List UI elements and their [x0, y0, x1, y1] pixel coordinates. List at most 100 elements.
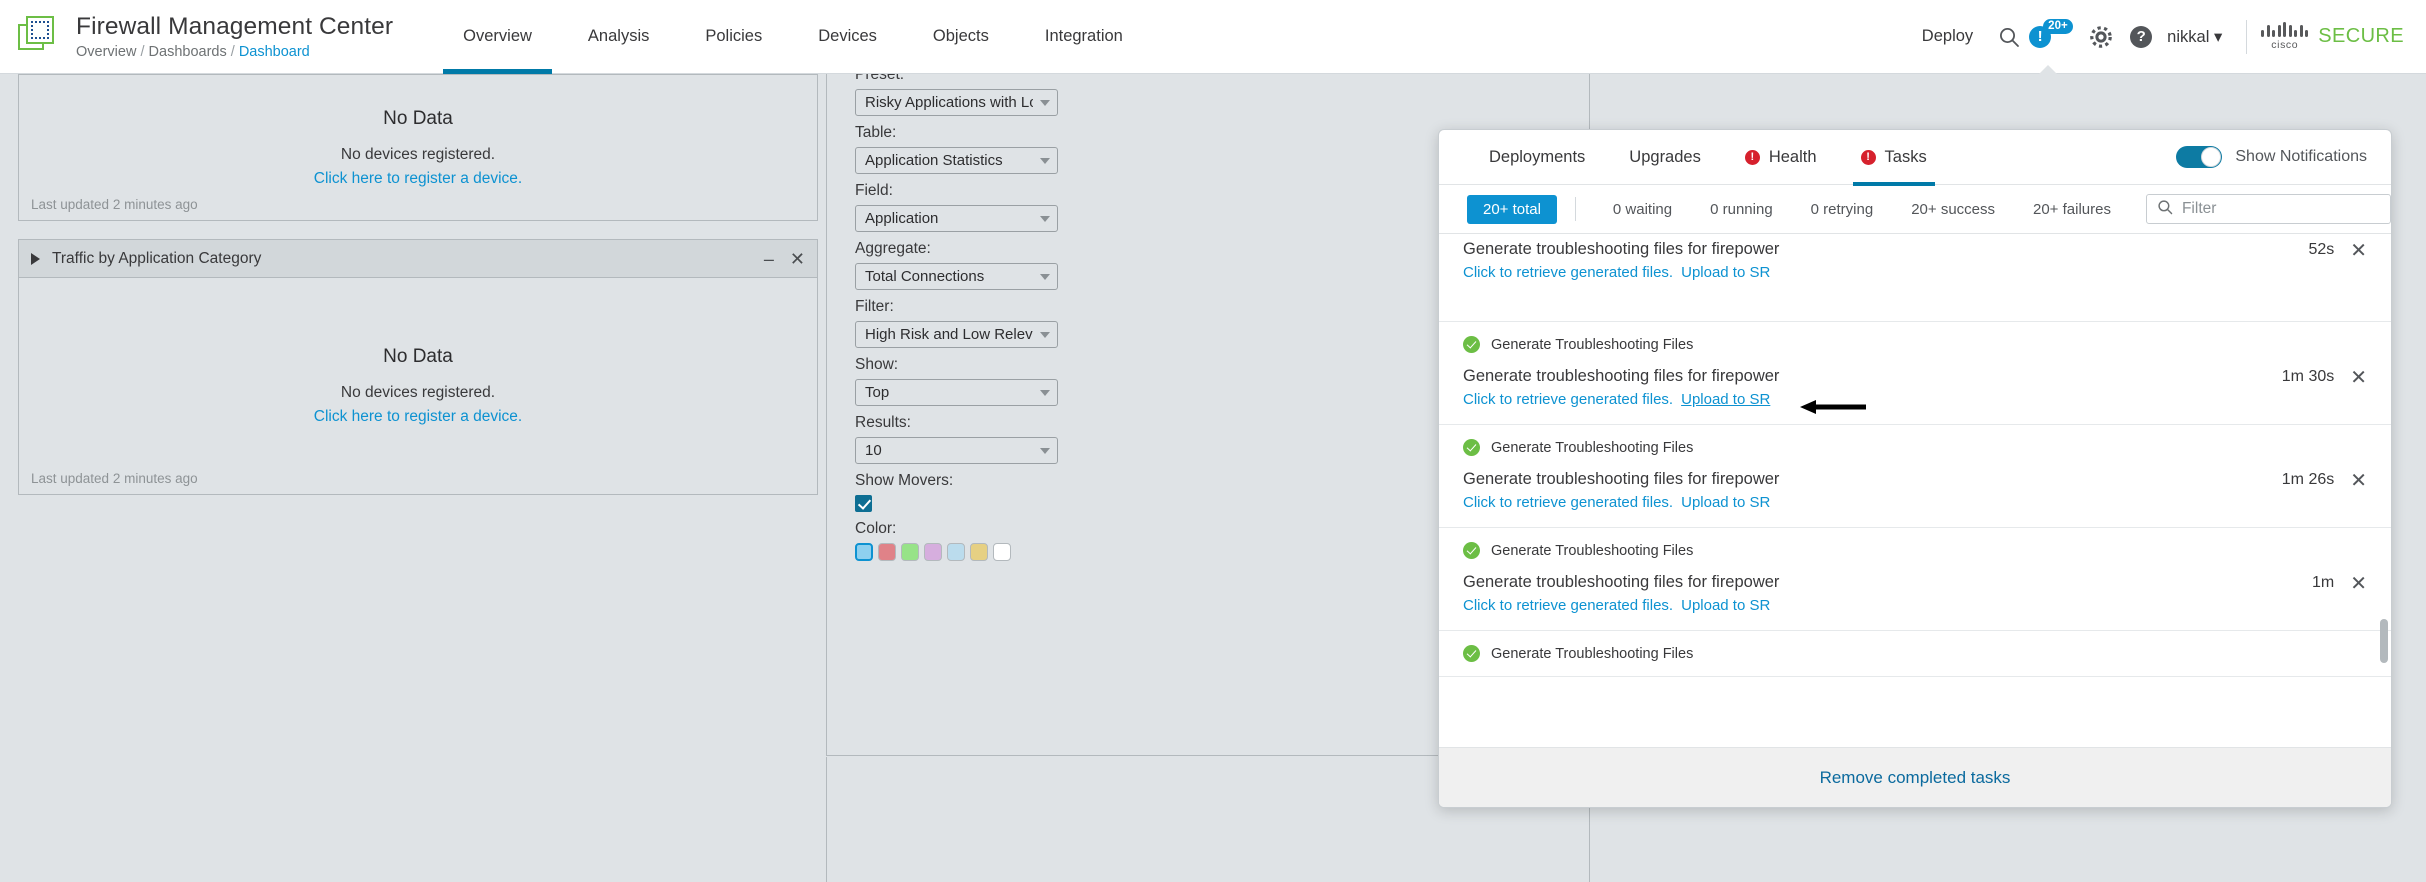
color-swatch-3[interactable] — [901, 543, 919, 561]
retrieve-files-link[interactable]: Click to retrieve generated files. — [1463, 264, 1673, 281]
pointer-arrow-icon — [1800, 400, 1866, 414]
breadcrumb-part-2[interactable]: Dashboards — [149, 44, 227, 60]
task-list-scrollbar[interactable] — [2380, 234, 2388, 747]
show-value: Top — [865, 384, 890, 401]
cisco-bars-icon — [2261, 22, 2309, 37]
close-icon[interactable]: ✕ — [2350, 241, 2367, 261]
results-value: 10 — [865, 442, 882, 459]
breadcrumb-current[interactable]: Dashboard — [239, 44, 310, 60]
widget-last-updated: Last updated 2 minutes ago — [31, 471, 198, 486]
color-swatch-5[interactable] — [947, 543, 965, 561]
task-list[interactable]: Generate troubleshooting files for firep… — [1439, 234, 2391, 747]
help-icon[interactable]: ? — [2121, 17, 2161, 57]
register-device-link[interactable]: Click here to register a device. — [314, 170, 522, 188]
chevron-down-icon — [1033, 447, 1057, 454]
color-swatch-6[interactable] — [970, 543, 988, 561]
color-swatch-2[interactable] — [878, 543, 896, 561]
table-select[interactable]: Application Statistics — [855, 147, 1058, 174]
brand-block: Firewall Management Center Overview / Da… — [0, 13, 393, 61]
notification-caret-icon — [2039, 64, 2058, 74]
show-notifications-label: Show Notifications — [2235, 148, 2367, 165]
task-links: Click to retrieve generated files. Upload… — [1463, 391, 2282, 408]
task-title: Generate troubleshooting files for firep… — [1463, 367, 1780, 385]
task-filter-field[interactable] — [2145, 194, 2391, 224]
deploy-button[interactable]: Deploy — [1906, 27, 1989, 46]
color-swatch-7[interactable] — [993, 543, 1011, 561]
color-swatch-1[interactable] — [855, 543, 873, 561]
task-row: Generate Troubleshooting Files — [1439, 631, 2391, 677]
retrieve-files-link[interactable]: Click to retrieve generated files. — [1463, 494, 1673, 511]
remove-completed-tasks-link[interactable]: Remove completed tasks — [1820, 768, 2011, 788]
upload-to-sr-link[interactable]: Upload to SR — [1681, 494, 1770, 511]
notifications-footer: Remove completed tasks — [1439, 747, 2391, 807]
header-divider — [2246, 19, 2248, 54]
color-swatch-4[interactable] — [924, 543, 942, 561]
minimize-icon[interactable]: – — [764, 250, 774, 268]
task-type: Generate Troubleshooting Files — [1463, 542, 2367, 559]
task-links: Click to retrieve generated files. Upload… — [1463, 264, 2308, 281]
tab-deployments[interactable]: Deployments — [1467, 130, 1607, 185]
filter-chip-total[interactable]: 20+ total — [1467, 194, 1557, 224]
tab-upgrades[interactable]: Upgrades — [1607, 130, 1723, 185]
main-nav: Overview Analysis Policies Devices Objec… — [435, 0, 1151, 74]
filter-chip-success[interactable]: 20+ success — [1892, 201, 2014, 218]
tab-health[interactable]: ! Health — [1723, 130, 1839, 185]
notifications-panel: Deployments Upgrades ! Health ! Tasks Sh… — [1438, 129, 2392, 808]
close-icon[interactable]: ✕ — [2350, 471, 2367, 491]
firewall-logo-icon — [18, 15, 60, 58]
close-icon[interactable]: ✕ — [2350, 574, 2367, 594]
gear-icon[interactable] — [2081, 17, 2121, 57]
breadcrumb-sep-2: / — [226, 43, 239, 60]
filter-chip-running[interactable]: 0 running — [1691, 201, 1792, 218]
task-type-label: Generate Troubleshooting Files — [1491, 645, 1694, 662]
task-duration: 1m 30s — [2281, 368, 2335, 385]
dashboard-left-column: No Data No devices registered. Click her… — [18, 74, 818, 513]
breadcrumb-part-1[interactable]: Overview — [76, 44, 136, 60]
filter-chip-waiting[interactable]: 0 waiting — [1594, 201, 1691, 218]
search-icon[interactable] — [1989, 17, 2029, 57]
upload-to-sr-link[interactable]: Upload to SR — [1681, 597, 1770, 614]
show-notifications-control: Show Notifications — [2176, 146, 2391, 168]
show-select[interactable]: Top — [855, 379, 1058, 406]
register-device-link[interactable]: Click here to register a device. — [314, 408, 522, 426]
user-menu[interactable]: nikkal ▾ — [2161, 27, 2232, 47]
nav-item-devices[interactable]: Devices — [790, 0, 905, 74]
cisco-secure-logo: cisco SECURE — [2261, 22, 2412, 51]
retrieve-files-link[interactable]: Click to retrieve generated files. — [1463, 597, 1673, 614]
search-icon — [2157, 199, 2173, 220]
field-select[interactable]: Application — [855, 205, 1058, 232]
filter-chip-failures[interactable]: 20+ failures — [2014, 201, 2130, 218]
results-select[interactable]: 10 — [855, 437, 1058, 464]
nav-item-analysis[interactable]: Analysis — [560, 0, 677, 74]
error-badge-icon: ! — [1860, 149, 1876, 165]
retrieve-files-link[interactable]: Click to retrieve generated files. — [1463, 391, 1673, 408]
nav-item-overview[interactable]: Overview — [435, 0, 560, 74]
upload-to-sr-link[interactable]: Upload to SR — [1681, 264, 1770, 281]
show-movers-checkbox[interactable] — [855, 495, 872, 512]
filter-select[interactable]: High Risk and Low Relevance — [855, 321, 1058, 348]
tab-tasks[interactable]: ! Tasks — [1839, 130, 1949, 186]
task-row: Generate Troubleshooting Files Generate … — [1439, 425, 2391, 528]
close-icon[interactable]: ✕ — [790, 250, 805, 268]
preset-select[interactable]: Risky Applications with Low Bus — [855, 89, 1058, 116]
nav-item-objects[interactable]: Objects — [905, 0, 1017, 74]
tab-health-label: Health — [1768, 147, 1817, 166]
aggregate-select[interactable]: Total Connections — [855, 263, 1058, 290]
show-notifications-toggle[interactable] — [2176, 146, 2223, 168]
expand-triangle-icon[interactable] — [31, 252, 40, 265]
widget-title: Traffic by Application Category — [52, 249, 262, 267]
task-filter-input[interactable] — [2181, 200, 2380, 218]
nav-item-policies[interactable]: Policies — [677, 0, 790, 74]
task-type: Generate Troubleshooting Files — [1463, 439, 2367, 456]
upload-to-sr-link[interactable]: Upload to SR — [1681, 391, 1770, 408]
nav-item-integration[interactable]: Integration — [1017, 0, 1151, 74]
notification-alert-icon[interactable]: ! 20+ — [2029, 17, 2081, 74]
error-badge-icon: ! — [1744, 149, 1760, 165]
success-check-icon — [1463, 439, 1480, 456]
task-list-scroll-thumb[interactable] — [2380, 619, 2388, 663]
filter-chip-retrying[interactable]: 0 retrying — [1792, 201, 1893, 218]
task-type: Generate Troubleshooting Files — [1463, 645, 2367, 662]
cisco-wordmark: cisco — [2271, 39, 2299, 51]
close-icon[interactable]: ✕ — [2350, 368, 2367, 388]
chevron-down-icon — [1033, 389, 1057, 396]
